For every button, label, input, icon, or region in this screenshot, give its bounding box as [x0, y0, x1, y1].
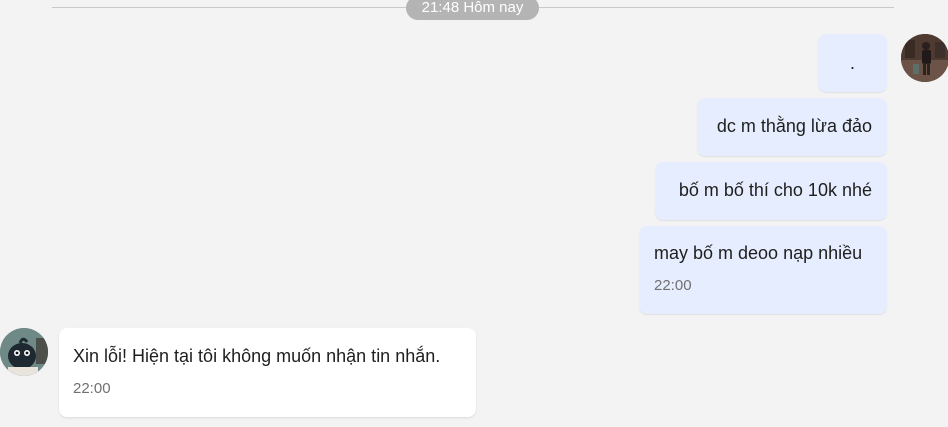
message-time: 22:00: [654, 277, 692, 294]
message-text: bố m bố thí cho 10k nhé: [678, 180, 872, 200]
message-text: .: [849, 53, 855, 73]
message-time: 22:00: [73, 380, 111, 397]
time-divider-badge: 21:48 Hôm nay: [406, 0, 539, 20]
message-text: Xin lỗi! Hiện tại tôi không muốn nhận ti…: [73, 346, 441, 366]
my-avatar[interactable]: [901, 34, 948, 82]
bot-avatar[interactable]: [0, 328, 48, 376]
bot-character-icon: [0, 328, 48, 376]
message-text: dc m thằng lừa đảo: [716, 116, 872, 136]
message-text: may bố m deoo nạp nhiều: [654, 243, 863, 263]
sent-message[interactable]: bố m bố thí cho 10k nhé: [655, 162, 887, 220]
sent-message[interactable]: .: [818, 34, 887, 92]
sent-message[interactable]: dc m thằng lừa đảo: [697, 98, 887, 156]
received-message[interactable]: Xin lỗi! Hiện tại tôi không muốn nhận ti…: [59, 328, 476, 417]
person-photo-icon: [901, 34, 948, 82]
chat-view: 21:48 Hôm nay . dc m thằng lừa đảo bố m …: [0, 0, 948, 427]
sent-message[interactable]: may bố m deoo nạp nhiều 22:00: [639, 226, 887, 314]
